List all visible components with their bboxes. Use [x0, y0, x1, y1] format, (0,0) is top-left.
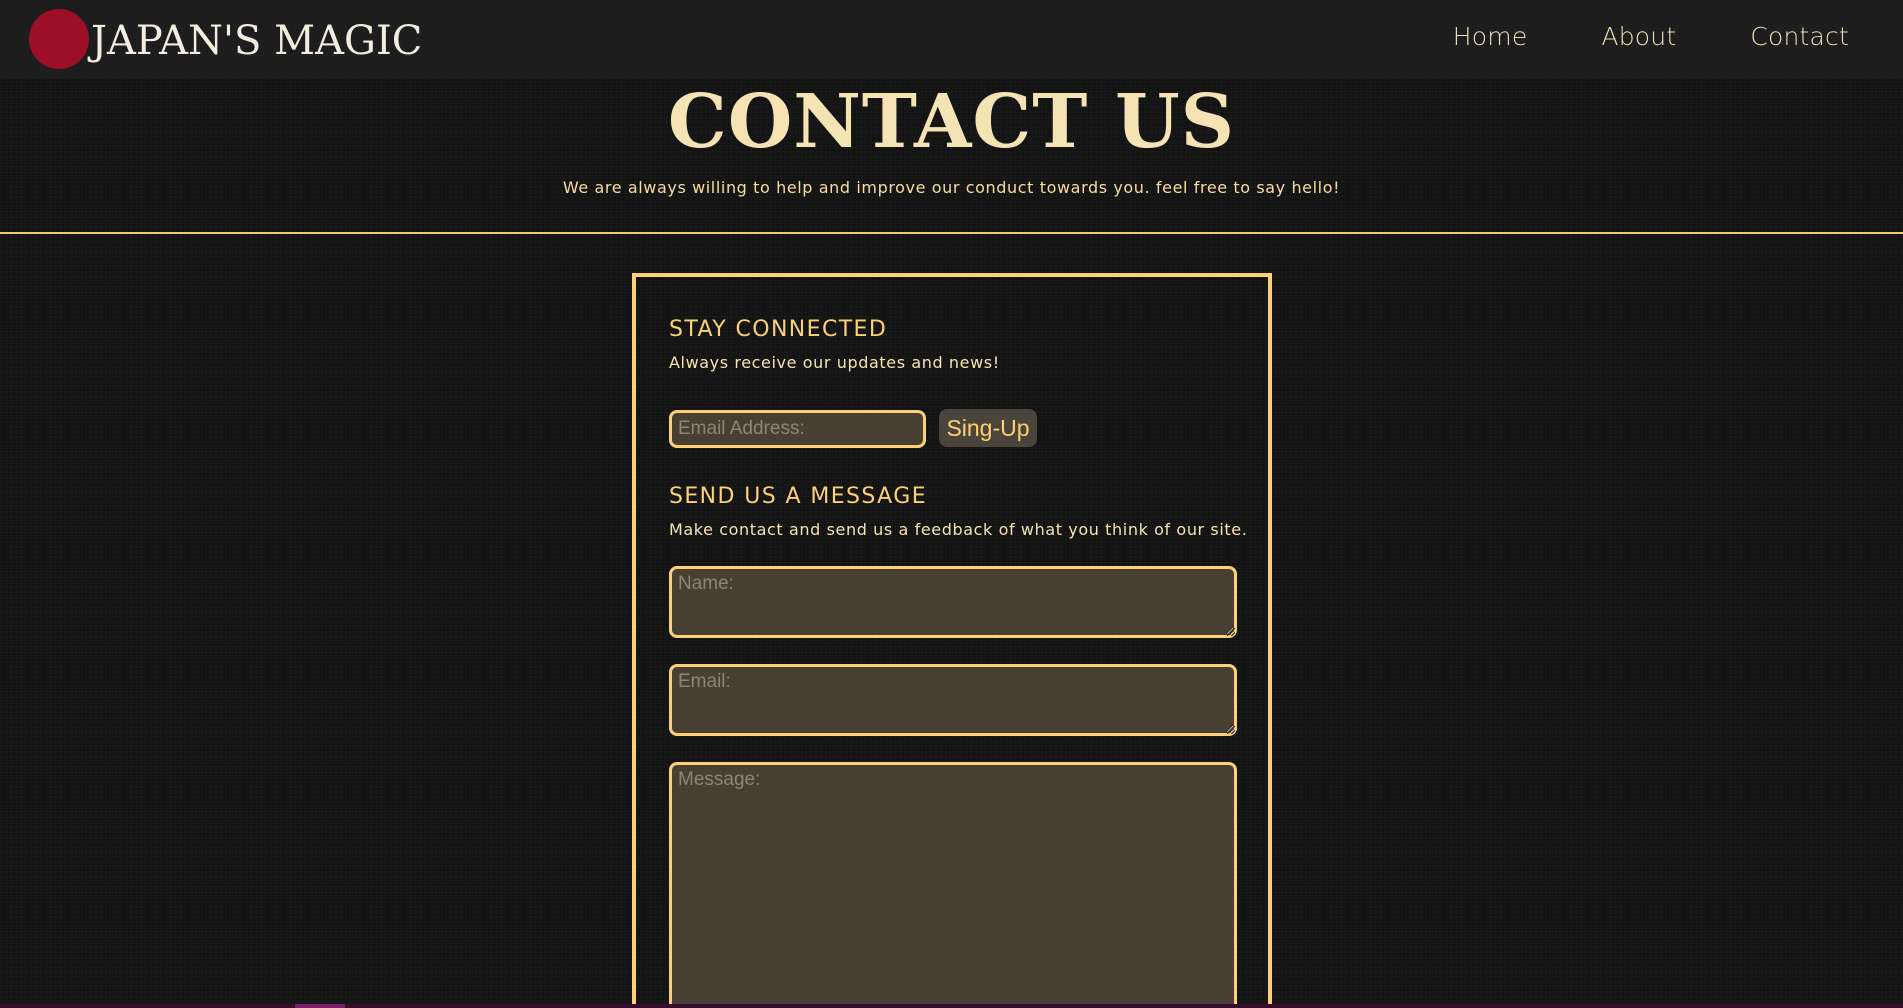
nav-link-contact[interactable]: Contact — [1750, 22, 1849, 51]
page-subtitle: We are always willing to help and improv… — [562, 178, 1341, 197]
nav-link-home[interactable]: Home — [1453, 22, 1528, 51]
name-field-wrapper — [669, 566, 1237, 638]
brand-name: JAPAN'S MAGIC — [91, 18, 423, 64]
email-field[interactable] — [669, 664, 1237, 736]
message-description: Make contact and send us a feedback of w… — [669, 520, 1248, 539]
bottom-edge-accent — [295, 1004, 345, 1008]
contact-panel: STAY CONNECTED Always receive our update… — [632, 273, 1272, 1008]
nav-link-about[interactable]: About — [1601, 22, 1676, 51]
rising-sun-icon — [29, 9, 89, 69]
signup-button[interactable]: Sing-Up — [939, 409, 1037, 447]
newsletter-email-input[interactable] — [669, 410, 926, 448]
email-field-wrapper — [669, 664, 1237, 736]
nav-links: Home About Contact — [1379, 22, 1849, 51]
message-field[interactable] — [669, 762, 1237, 1008]
bottom-edge-bar — [0, 1004, 1903, 1008]
name-field[interactable] — [669, 566, 1237, 638]
brand-logo[interactable]: JAPAN'S MAGIC — [29, 8, 422, 70]
newsletter-heading: STAY CONNECTED — [669, 317, 888, 342]
message-heading: SEND US A MESSAGE — [669, 484, 927, 509]
navbar: JAPAN'S MAGIC Home About Contact — [0, 0, 1903, 79]
resize-handle-icon[interactable] — [1227, 628, 1235, 636]
header-divider — [0, 232, 1903, 234]
page-title: CONTACT US — [667, 79, 1236, 165]
resize-handle-icon[interactable] — [1227, 726, 1235, 734]
newsletter-description: Always receive our updates and news! — [669, 353, 1000, 372]
